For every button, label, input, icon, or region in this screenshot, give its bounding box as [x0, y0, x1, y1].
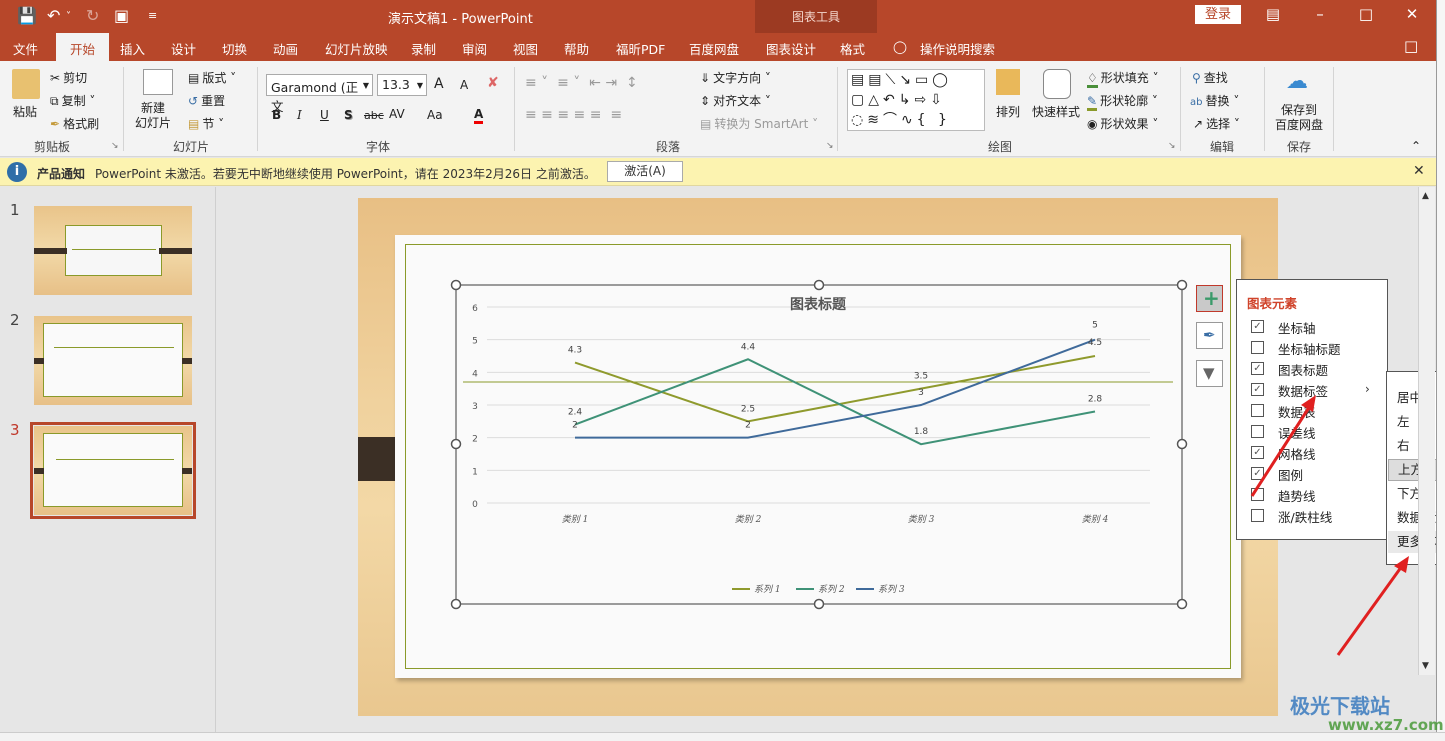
watermark-logo-text: 极光下载站 [1290, 694, 1390, 718]
arrow-head [1394, 556, 1409, 573]
annotation-arrow [1250, 405, 1312, 497]
annotation-arrow [1336, 565, 1404, 656]
annotation-arrows [1250, 395, 1409, 656]
status-bar [0, 732, 1445, 741]
